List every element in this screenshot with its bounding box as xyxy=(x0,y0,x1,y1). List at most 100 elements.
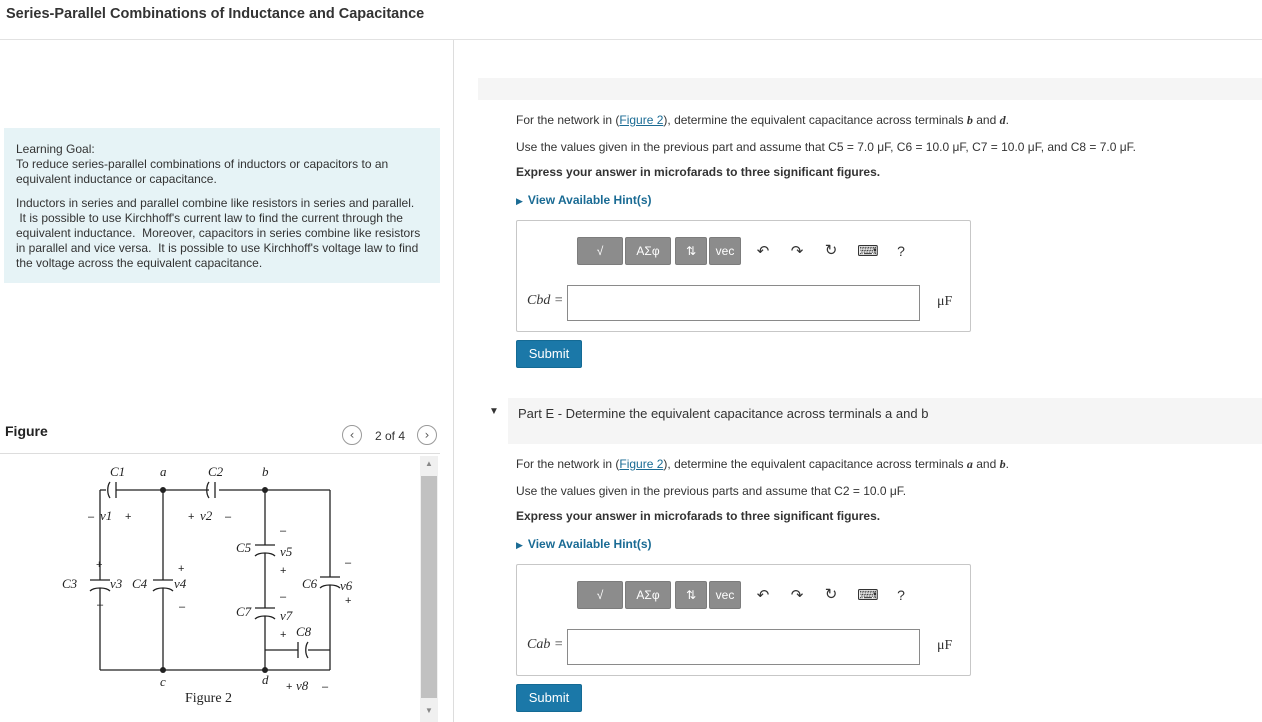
learning-goal-line: equivalent inductance or capacitance. xyxy=(16,172,217,186)
label-c2: C2 xyxy=(208,464,224,479)
vec-icon: vec xyxy=(715,588,735,602)
learning-goal-text: in parallel and vice versa. It is possib… xyxy=(16,241,419,255)
part-d-instruction: Express your answer in microfarads to th… xyxy=(516,165,881,179)
svg-text:–: – xyxy=(88,511,95,523)
triangle-right-icon: ▶ xyxy=(516,196,523,206)
learning-goal-line: To reduce series-parallel combinations o… xyxy=(16,157,389,171)
label-v7: v7 xyxy=(280,608,293,623)
svg-text:–: – xyxy=(179,601,186,613)
circuit-diagram: C1 a C2 b v1 v2 C3 v3 C4 v4 C5 v5 C6 v6 … xyxy=(62,464,353,706)
part-e-title[interactable]: Part E - Determine the equivalent capaci… xyxy=(518,406,928,421)
node-a-label: a xyxy=(160,464,167,479)
templates-button[interactable]: √ xyxy=(577,237,623,265)
learning-goal-text: the voltage across the equivalent capaci… xyxy=(16,256,263,270)
svg-text:–: – xyxy=(345,557,352,569)
figure-counter: 2 of 4 xyxy=(375,429,406,443)
keyboard-icon[interactable]: ⌨ xyxy=(855,242,881,260)
label-c1: C1 xyxy=(110,464,125,479)
part-e-submit-button[interactable]: Submit xyxy=(516,684,582,712)
answer-unit: μF xyxy=(937,638,953,653)
label-v2: v2 xyxy=(200,508,213,523)
svg-text:–: – xyxy=(280,525,287,537)
column-divider xyxy=(453,40,454,722)
learning-goal-text: It is possible to use Kirchhoff's curren… xyxy=(16,211,403,225)
figure-link[interactable]: Figure 2 xyxy=(619,113,663,127)
part-d-submit-button[interactable]: Submit xyxy=(516,340,582,368)
svg-text:+: + xyxy=(286,681,292,693)
page-title: Series-Parallel Combinations of Inductan… xyxy=(6,6,425,22)
part-e-question: For the network in (Figure 2), determine… xyxy=(516,457,1009,471)
redo-icon[interactable]: ↷ xyxy=(787,242,807,260)
chevron-left-icon: ‹ xyxy=(349,428,355,442)
scroll-down-icon[interactable]: ▼ xyxy=(421,704,437,718)
vec-icon: vec xyxy=(715,244,735,258)
learning-goal-text: Inductors in series and parallel combine… xyxy=(16,196,415,210)
learning-goal-text: equivalent inductance. Moreover, capacit… xyxy=(16,226,421,240)
figure-prev-button[interactable]: ‹ xyxy=(342,425,362,445)
svg-text:+: + xyxy=(125,511,131,523)
help-icon[interactable]: ? xyxy=(891,587,911,603)
figure-next-button[interactable]: › xyxy=(417,425,437,445)
learning-goal-heading: Learning Goal: xyxy=(16,142,95,156)
node-b-label: b xyxy=(262,464,269,479)
vec-button[interactable]: vec xyxy=(709,237,741,265)
scroll-up-icon[interactable]: ▲ xyxy=(421,457,437,471)
part-e-hint-link[interactable]: ▶ View Available Hint(s) xyxy=(516,537,652,551)
node-c-label: c xyxy=(160,674,166,689)
learning-goal-panel: Learning Goal: To reduce series-parallel… xyxy=(4,128,440,283)
scrollbar-thumb[interactable] xyxy=(421,476,437,698)
label-v1: v1 xyxy=(100,508,112,523)
label-c4: C4 xyxy=(132,576,148,591)
part-e-values: Use the values given in the previous par… xyxy=(516,484,907,498)
svg-text:–: – xyxy=(280,591,287,603)
keyboard-icon[interactable]: ⌨ xyxy=(855,586,881,604)
greek-icon: ΑΣφ xyxy=(636,588,660,602)
part-e-header-band xyxy=(508,398,1262,444)
label-c8: C8 xyxy=(296,624,312,639)
vec-button[interactable]: vec xyxy=(709,581,741,609)
svg-text:+: + xyxy=(178,563,184,575)
label-v6: v6 xyxy=(340,578,353,593)
triangle-right-icon: ▶ xyxy=(516,540,523,550)
node-d-label: d xyxy=(262,672,269,687)
label-c6: C6 xyxy=(302,576,318,591)
svg-text:+: + xyxy=(280,565,286,577)
answer-input-cab[interactable] xyxy=(567,629,920,665)
greek-button[interactable]: ΑΣφ xyxy=(625,237,671,265)
updown-arrows-icon: ⇅ xyxy=(685,244,697,258)
label-c7: C7 xyxy=(236,604,252,619)
figure-caption: Figure 2 xyxy=(185,691,232,706)
label-v3: v3 xyxy=(110,576,123,591)
part-e-answer-box: √ ΑΣφ ⇅ vec ↶ ↷ ↻ ⌨ ? Cab = μF xyxy=(516,564,971,676)
figure-link[interactable]: Figure 2 xyxy=(619,457,663,471)
reset-icon[interactable]: ↻ xyxy=(821,585,841,603)
part-e-instruction: Express your answer in microfarads to th… xyxy=(516,509,881,523)
answer-input-cbd[interactable] xyxy=(567,285,920,321)
answer-unit: μF xyxy=(937,294,953,309)
label-c5: C5 xyxy=(236,540,252,555)
reset-icon[interactable]: ↻ xyxy=(821,241,841,259)
label-v5: v5 xyxy=(280,544,293,559)
part-d-question: For the network in (Figure 2), determine… xyxy=(516,113,1009,127)
sort-button[interactable]: ⇅ xyxy=(675,237,707,265)
svg-text:+: + xyxy=(345,595,351,607)
updown-arrows-icon: ⇅ xyxy=(685,588,697,602)
part-d-hint-link[interactable]: ▶ View Available Hint(s) xyxy=(516,193,652,207)
help-icon[interactable]: ? xyxy=(891,243,911,259)
redo-icon[interactable]: ↷ xyxy=(787,586,807,604)
part-d-values: Use the values given in the previous par… xyxy=(516,140,1137,154)
sort-button[interactable]: ⇅ xyxy=(675,581,707,609)
caret-down-icon[interactable]: ▼ xyxy=(489,406,499,417)
svg-text:+: + xyxy=(188,511,194,523)
templates-button[interactable]: √ xyxy=(577,581,623,609)
greek-button[interactable]: ΑΣφ xyxy=(625,581,671,609)
label-v8: v8 xyxy=(296,678,309,693)
greek-icon: ΑΣφ xyxy=(636,244,660,258)
undo-icon[interactable]: ↶ xyxy=(753,242,773,260)
part-d-header-band xyxy=(478,78,1262,100)
figure-label: Figure xyxy=(5,423,48,439)
undo-icon[interactable]: ↶ xyxy=(753,586,773,604)
chevron-right-icon: › xyxy=(424,428,430,442)
svg-text:–: – xyxy=(225,511,232,523)
label-c3: C3 xyxy=(62,576,78,591)
